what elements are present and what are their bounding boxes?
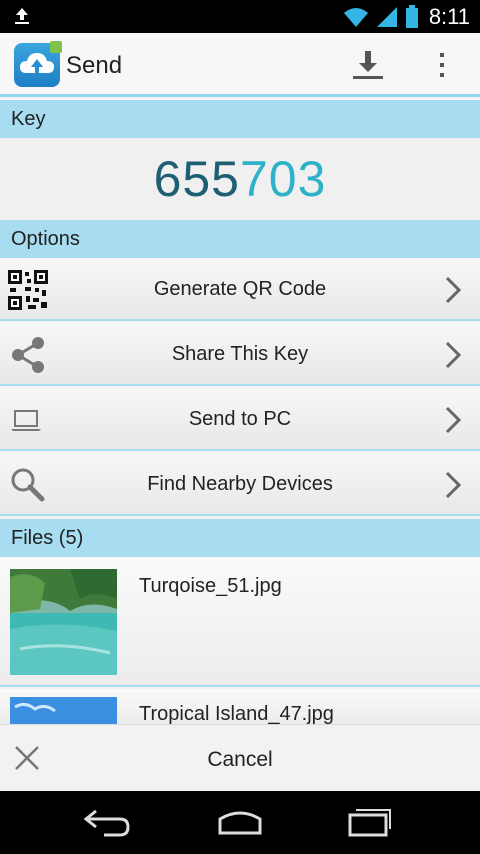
battery-icon (405, 5, 418, 28)
back-icon[interactable] (82, 805, 134, 839)
share-this-key-label: Share This Key (171, 343, 309, 365)
key-display: 655703 (0, 138, 480, 220)
upload-notification-icon (15, 8, 29, 24)
app-logo-icon[interactable] (14, 41, 62, 87)
navigation-bar (0, 791, 480, 854)
page-title: Send (66, 52, 123, 79)
key-digits-second: 703 (240, 151, 327, 207)
home-icon[interactable] (214, 805, 266, 839)
cancel-button[interactable]: Cancel (0, 724, 480, 791)
options-header-label: Options (11, 228, 80, 250)
file-name: Turqoise_51.jpg (139, 575, 282, 597)
find-nearby-devices-button[interactable]: Find Nearby Devices (0, 453, 480, 516)
file-list-item[interactable]: Tropical Island_47.jpg (0, 689, 480, 725)
generate-qr-code-button[interactable]: Generate QR Code (0, 258, 480, 321)
key-section-header: Key (0, 100, 480, 138)
clock: 8:11 (428, 4, 470, 29)
options-section-header: Options (0, 220, 480, 258)
chevron-right-icon (445, 341, 462, 369)
find-nearby-devices-label: Find Nearby Devices (147, 473, 333, 495)
file-thumbnail (10, 697, 117, 725)
wifi-icon (343, 8, 368, 27)
generate-qr-code-label: Generate QR Code (153, 278, 327, 300)
chevron-right-icon (445, 406, 462, 434)
transfer-key: 655703 (154, 151, 327, 207)
logo-badge (50, 41, 62, 53)
recent-apps-icon[interactable] (344, 805, 396, 839)
files-section-header: Files (5) (0, 519, 480, 557)
action-bar: Send (0, 33, 480, 97)
share-this-key-button[interactable]: Share This Key (0, 323, 480, 386)
overflow-menu-icon[interactable] (430, 47, 454, 83)
chevron-right-icon (445, 276, 462, 304)
file-name: Tropical Island_47.jpg (139, 703, 334, 725)
key-digits-first: 655 (153, 151, 240, 207)
file-thumbnail (10, 569, 117, 675)
status-bar: 8:11 (0, 0, 480, 33)
send-screen: Send Key 655703 Options Generate QR Code… (0, 33, 480, 791)
files-header-label: Files (5) (11, 527, 84, 549)
download-icon[interactable] (350, 47, 386, 81)
cancel-label: Cancel (207, 748, 273, 771)
send-to-pc-button[interactable]: Send to PC (0, 388, 480, 451)
key-header-label: Key (11, 108, 46, 130)
file-list-item[interactable]: Turqoise_51.jpg (0, 557, 480, 687)
signal-icon (376, 7, 397, 27)
chevron-right-icon (445, 471, 462, 499)
send-to-pc-label: Send to PC (188, 408, 292, 430)
